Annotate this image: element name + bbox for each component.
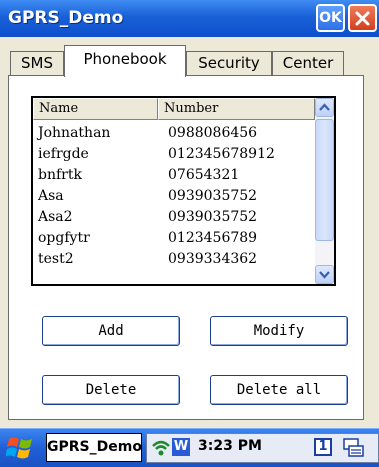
contact-name: opgfytr (38, 230, 90, 246)
contact-name: Johnathan (38, 125, 111, 141)
contact-name: bnfrtk (38, 167, 82, 183)
delete-all-button[interactable]: Delete all (210, 375, 348, 405)
delete-button[interactable]: Delete (42, 375, 180, 405)
column-header-name[interactable]: Name (33, 98, 158, 120)
scroll-down-button[interactable] (315, 265, 334, 284)
scroll-up-button[interactable] (315, 98, 334, 117)
w-badge-icon[interactable]: W (172, 438, 190, 456)
tab-sms[interactable]: SMS (10, 51, 64, 76)
scroll-up-icon (319, 103, 330, 111)
keyboard-icon[interactable] (342, 437, 366, 459)
scrollbar-thumb[interactable] (315, 119, 334, 241)
contact-name: iefrgde (38, 146, 89, 162)
contact-number: 07654321 (168, 167, 240, 183)
contact-name: Asa2 (38, 209, 73, 225)
phonebook-list[interactable]: Name Number Johnathan 0988086456 iefrgde… (31, 96, 336, 286)
close-button[interactable] (348, 4, 377, 32)
tab-center[interactable]: Center (272, 51, 344, 76)
contact-name: test2 (38, 251, 74, 267)
contact-number: 012345678912 (168, 146, 275, 162)
system-tray: W 3:23 PM 1 (146, 432, 379, 463)
list-header: Name Number (33, 98, 315, 120)
list-item[interactable]: opgfytr 0123456789 (33, 230, 313, 251)
wifi-icon[interactable] (151, 438, 171, 458)
title-bar: GPRS_Demo OK (0, 0, 379, 37)
add-button[interactable]: Add (42, 316, 180, 346)
tab-strip: SMS Phonebook Security Center (0, 42, 379, 77)
modify-button[interactable]: Modify (210, 316, 348, 346)
contact-number: 0939035752 (168, 209, 258, 225)
list-item[interactable]: Asa2 0939035752 (33, 209, 313, 230)
taskbar: GPRS_Demo W 3:23 PM 1 (0, 428, 379, 467)
list-item[interactable]: Johnathan 0988086456 (33, 125, 313, 146)
contact-number: 0939334362 (168, 251, 258, 267)
list-item[interactable]: bnfrtk 07654321 (33, 167, 313, 188)
taskbar-app-button[interactable]: GPRS_Demo (46, 433, 142, 462)
list-item[interactable]: test2 0939334362 (33, 251, 313, 272)
tab-phonebook[interactable]: Phonebook (64, 45, 186, 77)
vertical-scrollbar[interactable] (315, 98, 334, 284)
tab-security[interactable]: Security (186, 51, 272, 76)
list-item[interactable]: iefrgde 012345678912 (33, 146, 313, 167)
column-header-number[interactable]: Number (158, 98, 315, 120)
input-indicator-icon[interactable]: 1 (314, 438, 332, 456)
window-title: GPRS_Demo (8, 8, 124, 28)
list-item[interactable]: Asa 0939035752 (33, 188, 313, 209)
contact-number: 0939035752 (168, 188, 258, 204)
windows-start-icon[interactable] (6, 434, 36, 462)
ok-button[interactable]: OK (316, 4, 345, 32)
close-icon (355, 11, 370, 26)
clock[interactable]: 3:23 PM (198, 438, 262, 454)
scroll-down-icon (319, 271, 330, 279)
contact-number: 0988086456 (168, 125, 258, 141)
contact-number: 0123456789 (168, 230, 258, 246)
contact-name: Asa (38, 188, 64, 204)
